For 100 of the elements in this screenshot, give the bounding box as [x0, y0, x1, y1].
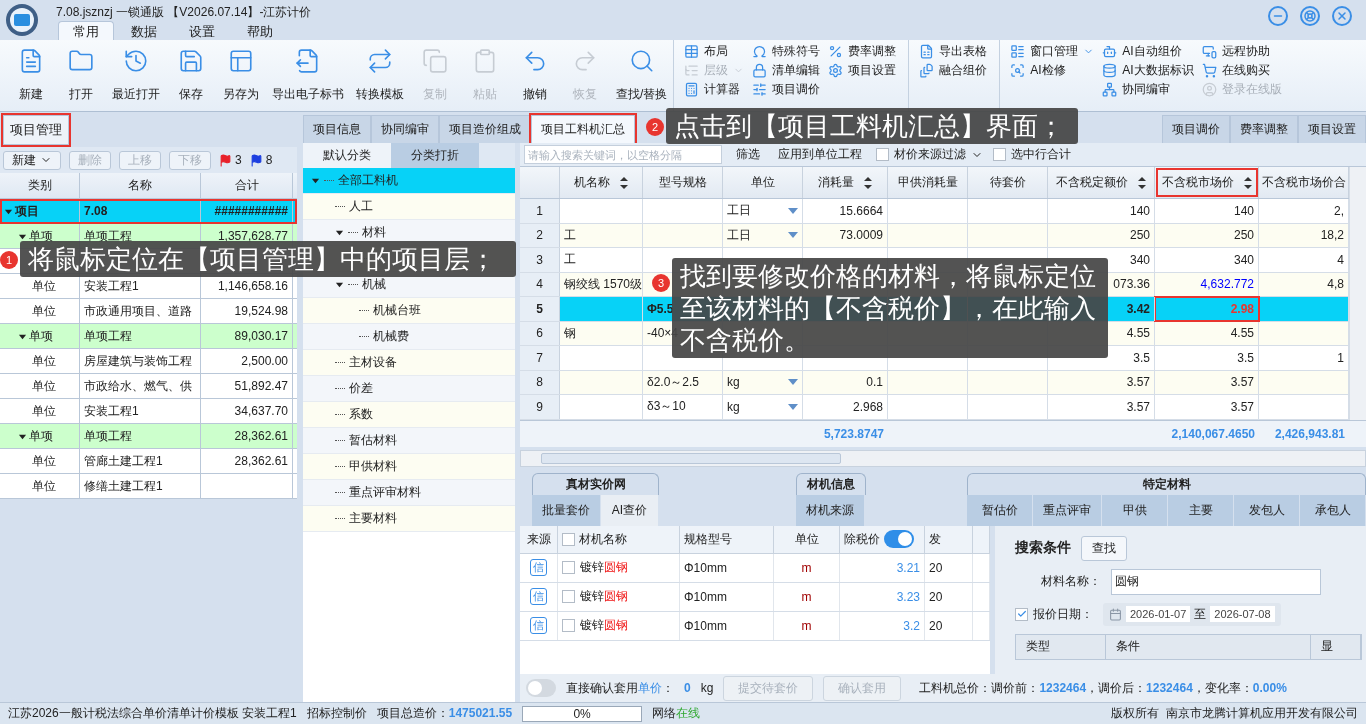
unit-text: 工日	[727, 202, 751, 220]
panel-title: 搜索条件	[1015, 539, 1071, 557]
price-text: 3.23	[896, 589, 920, 604]
flag-count: 8	[265, 153, 273, 167]
unit-text: m	[801, 560, 812, 575]
row-number: 7	[520, 346, 560, 370]
total-text: 2,500.00	[241, 354, 288, 368]
market-price-text: 3.5	[1237, 350, 1254, 365]
material-name: 工	[564, 251, 576, 269]
total-text: 51,892.47	[234, 379, 288, 393]
unit-text: kg	[727, 375, 740, 390]
material-name: 钢	[564, 324, 576, 342]
quota-price-text: 3.57	[1126, 375, 1150, 390]
step-badge: 2	[646, 118, 664, 136]
category-text: 单位	[32, 402, 56, 420]
total-text: 1,146,658.16	[217, 279, 288, 293]
category-text: 单位	[32, 277, 56, 295]
name-text: 安装工程1	[84, 277, 139, 295]
name-text: 安装工程1	[84, 402, 139, 420]
spec-text: Φ10mm	[684, 618, 727, 633]
template-text: 江苏2026一般计税法综合单价清单计价模板 安装工程1	[8, 705, 297, 722]
quota-price-text: 3.57	[1126, 399, 1150, 414]
callout-tooltip: 点击到【项目工料机汇总】界面；	[666, 108, 1078, 144]
material-name: 镀锌圆钢	[580, 559, 628, 576]
price-summary: 工料机总价：调价前：1232464，调价后：1232464，变化率：0.00%	[919, 679, 1287, 697]
market-price-text: 250	[1233, 228, 1254, 243]
group-title: 特定材料	[967, 472, 1366, 495]
price-text: 3.21	[896, 560, 920, 575]
flag-count: 3	[235, 153, 242, 167]
quota-price-text: 073.36	[1113, 277, 1150, 292]
name-text: 房屋建筑与装饰工程	[84, 352, 192, 370]
quota-price-text: 3.42	[1126, 301, 1150, 316]
name-text: 单项工程	[84, 327, 132, 345]
market-price-text: 140	[1233, 203, 1254, 218]
price-text: 3.2	[903, 618, 920, 633]
name-text: 市政通用项目、道路	[84, 302, 192, 320]
row-number: 9	[520, 395, 560, 419]
unit-text: m	[801, 589, 812, 604]
total-text: 1,357,628.77	[217, 229, 288, 243]
name-text: 修缮土建工程1	[84, 477, 163, 495]
market-price-text: 3.57	[1230, 375, 1254, 390]
mode-text: 招标控制价	[306, 705, 367, 722]
name-text: 市政给水、燃气、供	[84, 377, 192, 395]
name-text: 7.08	[84, 204, 108, 218]
material-name: 钢绞线 1570级	[564, 275, 643, 293]
market-total-text: 18,2	[1320, 228, 1344, 243]
quantity-text: 2.968	[852, 399, 883, 414]
category-text: 单项	[29, 327, 53, 345]
unit-text: kg	[727, 399, 740, 414]
count-text: 0	[684, 681, 691, 695]
total-text: ###########	[214, 204, 288, 218]
total-market-price: 2,140,067.4650	[1171, 426, 1255, 441]
market-total-text: 4,8	[1327, 277, 1344, 292]
row-number: 3	[520, 248, 560, 272]
unit-text: kg	[700, 681, 714, 695]
quota-price-text: 4.55	[1126, 326, 1150, 341]
date-text: 20	[929, 618, 943, 633]
quota-price-text: 140	[1129, 203, 1150, 218]
unit-text: 工日	[727, 226, 751, 244]
total-text: 89,030.17	[234, 329, 288, 343]
category-text: 项目	[15, 202, 39, 220]
spec-text: δ3～10	[647, 398, 686, 416]
quantity-text: 73.0009	[839, 228, 883, 243]
row-number: 2	[520, 223, 560, 247]
date-separator: 至	[1194, 605, 1207, 623]
name-text: 管廊土建工程1	[84, 452, 163, 470]
row-number: 5	[520, 297, 560, 321]
quota-price-text: 250	[1129, 228, 1150, 243]
market-price-text: 4,632.772	[1200, 277, 1254, 292]
name-text: 单项工程	[84, 427, 132, 445]
window-title: 7.08.jsznzj 一锁通版 【V2026.07.14】-江苏计价	[55, 4, 313, 21]
spec-text: Φ10mm	[684, 560, 727, 575]
row-number: 4	[520, 272, 560, 296]
market-total-text: 1	[1337, 350, 1344, 365]
material-name: 工	[564, 226, 576, 244]
quota-price-text: 3.5	[1133, 350, 1150, 365]
market-total-text: 2,	[1334, 203, 1344, 218]
market-price-text: 340	[1233, 252, 1254, 267]
market-price-text: 4.55	[1230, 326, 1254, 341]
confirm-label: 直接确认套用单价：	[566, 679, 674, 697]
total-text: 28,362.61	[234, 429, 288, 443]
callout-tooltip: 将鼠标定位在【项目管理】中的项目层；	[20, 241, 516, 277]
market-total-text: 4	[1337, 252, 1344, 267]
category-text: 单位	[32, 452, 56, 470]
group-title: 真材实价网	[532, 472, 659, 495]
network-status: 网络在线	[652, 705, 701, 722]
quota-price-text: 340	[1129, 252, 1150, 267]
total-text: 34,637.70	[234, 404, 288, 418]
category-text: 单位	[32, 302, 56, 320]
category-text: 单位	[32, 352, 56, 370]
category-text: 单项	[29, 427, 53, 445]
total-text: 28,362.61	[234, 454, 288, 468]
material-name: 镀锌圆钢	[580, 588, 628, 605]
total-market-amount: 2,426,943.81	[1274, 426, 1345, 441]
total-price-text: 项目总造价：1475021.55	[376, 705, 513, 722]
progress-text: 0%	[573, 706, 591, 721]
date-text: 20	[929, 589, 943, 604]
group-title: 材机信息	[796, 472, 866, 495]
unit-text: m	[801, 618, 812, 633]
copyright-text: 版权所有 南京市龙腾计算机应用开发有限公司	[1111, 705, 1358, 722]
